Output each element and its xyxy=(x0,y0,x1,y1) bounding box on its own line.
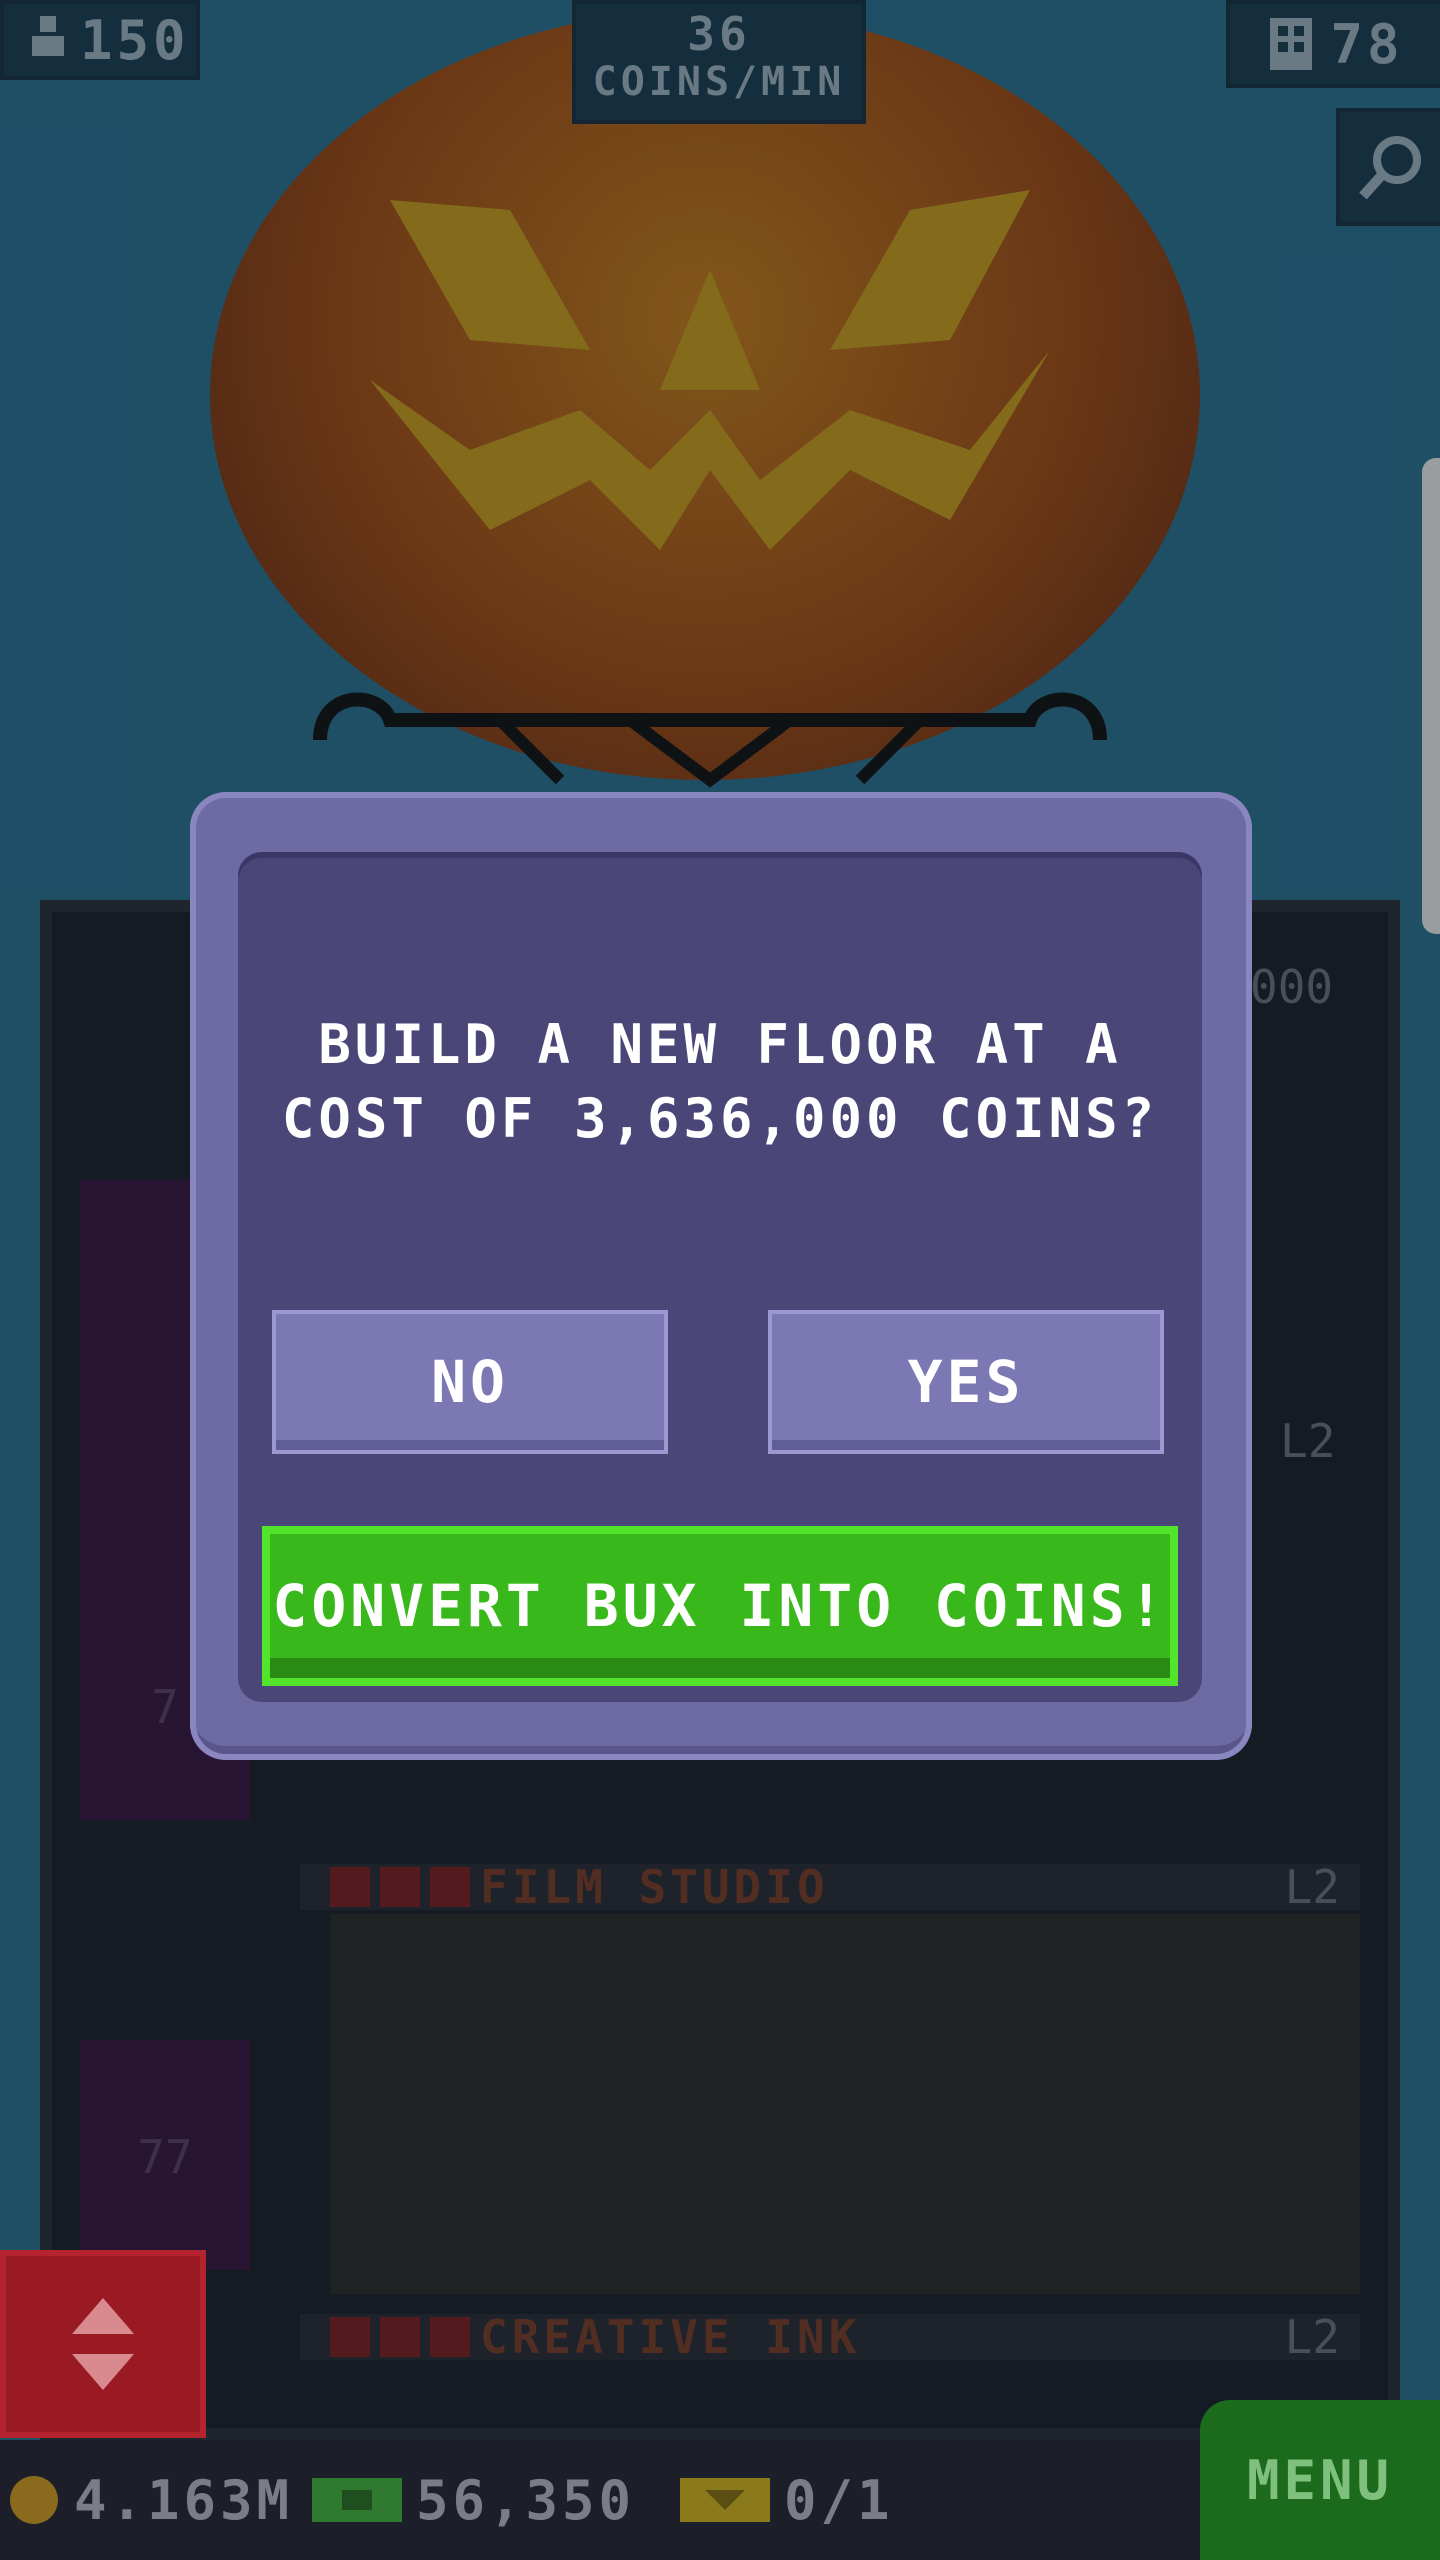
yes-button[interactable]: YES xyxy=(768,1310,1164,1454)
coins-balance[interactable]: 4.163M xyxy=(8,2440,293,2560)
ticket-icon xyxy=(680,2478,770,2522)
no-button[interactable]: NO xyxy=(272,1310,668,1454)
bux-icon xyxy=(312,2478,402,2522)
tickets-value: 0/1 xyxy=(784,2468,894,2532)
dialog-prompt: BUILD A NEW FLOOR AT A COST OF 3,636,000… xyxy=(270,1008,1170,1156)
prompt-line-1: BUILD A NEW FLOOR AT A xyxy=(318,1013,1122,1076)
prompt-line-2: COST OF 3,636,000 COINS? xyxy=(281,1087,1159,1150)
bux-balance[interactable]: 56,350 xyxy=(312,2440,635,2560)
coin-icon xyxy=(10,2476,58,2524)
elevator-button[interactable] xyxy=(0,2250,206,2438)
tickets-balance[interactable]: 0/1 xyxy=(680,2440,894,2560)
convert-bux-button[interactable]: CONVERT BUX INTO COINS! xyxy=(262,1526,1178,1686)
menu-button[interactable]: MENU xyxy=(1200,2400,1440,2560)
coins-value: 4.163M xyxy=(74,2468,294,2532)
elevator-arrows-icon xyxy=(72,2298,134,2390)
bux-value: 56,350 xyxy=(416,2468,636,2532)
